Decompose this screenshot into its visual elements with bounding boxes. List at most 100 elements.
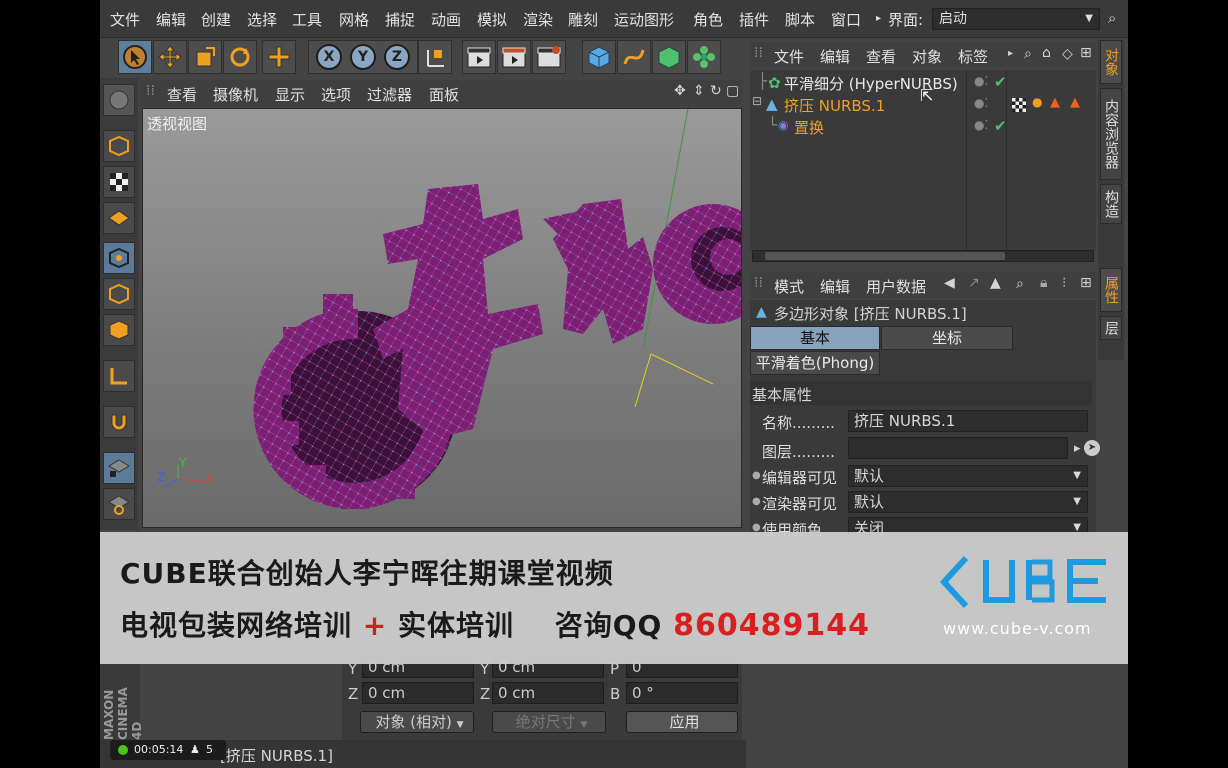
spline-button[interactable] (617, 40, 651, 74)
menu-tools[interactable]: 工具 (292, 9, 322, 30)
menu-script[interactable]: 脚本 (785, 9, 815, 30)
home-icon[interactable]: ⌂ (1042, 45, 1051, 61)
select-tool-button[interactable] (118, 40, 152, 74)
visibility-dots[interactable]: ●⁚ (974, 74, 988, 88)
axis-mode-button[interactable] (103, 360, 135, 392)
am-menu-mode[interactable]: 模式 (774, 276, 804, 297)
pan-icon[interactable]: ✥ (674, 83, 686, 99)
menu-animate[interactable]: 动画 (431, 9, 461, 30)
grip-handle[interactable]: ⁞⁞ (146, 83, 155, 99)
tab-content-browser[interactable]: 内容浏览器 (1100, 88, 1122, 180)
tab-attributes[interactable]: 属性 (1100, 268, 1122, 312)
workplane-mode-button[interactable] (103, 202, 135, 234)
viewport-menu-filter[interactable]: 过滤器 (367, 84, 412, 105)
x-axis-button[interactable]: X (316, 44, 342, 70)
tab-structure[interactable]: 构造 (1100, 184, 1122, 224)
checkmark-icon[interactable]: ✔ (994, 117, 1007, 135)
search-icon[interactable]: ⌕ (1016, 276, 1024, 292)
zoom-icon[interactable]: ⇕ (693, 83, 705, 99)
settings-dots-icon[interactable]: ⁝ (1062, 275, 1066, 291)
snap-button[interactable] (103, 406, 135, 438)
size-z-field[interactable]: 0 cm (492, 682, 604, 704)
new-window-icon[interactable]: ⊞ (1080, 45, 1092, 61)
up-arrow-icon[interactable]: ▲ (990, 275, 1001, 291)
move-tool-button[interactable] (153, 40, 187, 74)
render-picture-viewer-button[interactable] (497, 40, 531, 74)
tab-layers[interactable]: 层 (1100, 316, 1122, 340)
rotation-b-field[interactable]: 0 ° (626, 682, 738, 704)
menu-window[interactable]: 窗口 (831, 9, 861, 30)
menu-select[interactable]: 选择 (247, 9, 277, 30)
nurbs-button[interactable] (652, 40, 686, 74)
viewport-menu-view[interactable]: 查看 (167, 84, 197, 105)
visibility-dots[interactable]: ●⁚ (974, 118, 988, 132)
am-menu-edit[interactable]: 编辑 (820, 276, 850, 297)
menu-sculpt[interactable]: 雕刻 (568, 9, 598, 30)
menu-mesh[interactable]: 网格 (339, 9, 369, 30)
pick-icon[interactable]: ➤ (1084, 440, 1100, 456)
grip-handle[interactable]: ⁞⁞ (754, 45, 763, 61)
tab-phong[interactable]: 平滑着色(Phong) (750, 351, 880, 375)
planar-workplane-button[interactable] (103, 488, 135, 520)
tab-basic[interactable]: 基本 (750, 326, 880, 350)
coordinate-system-button[interactable] (418, 40, 452, 74)
array-button[interactable] (687, 40, 721, 74)
menu-plugins[interactable]: 插件 (739, 9, 769, 30)
editor-visible-select[interactable]: 默认 ▼ (848, 465, 1088, 487)
forward-arrow-icon[interactable]: ↗ (968, 275, 980, 291)
absolute-size-select[interactable]: 绝对尺寸 ▼ (492, 711, 606, 733)
menu-snap[interactable]: 捕捉 (385, 9, 415, 30)
make-editable-button[interactable] (103, 84, 135, 116)
texture-mode-button[interactable] (103, 166, 135, 198)
menu-render[interactable]: 渲染 (523, 9, 553, 30)
cube-primitive-button[interactable] (582, 40, 616, 74)
name-field[interactable]: 挤压 NURBS.1 (848, 410, 1088, 432)
phong-tag-icon[interactable]: ● (1032, 95, 1042, 109)
add-tool-button[interactable] (262, 40, 296, 74)
model-mode-button[interactable] (103, 130, 135, 162)
keyframe-dot[interactable]: ● (752, 496, 761, 507)
tree-item-displace[interactable]: └ ◉ 置换 ●⁚ ✔ (750, 116, 1096, 138)
position-z-field[interactable]: 0 cm (362, 682, 474, 704)
menu-more-arrow[interactable]: ▸ (876, 13, 881, 24)
menu-character[interactable]: 角色 (693, 9, 723, 30)
layout-select[interactable]: 启动 ▼ (932, 8, 1100, 30)
om-menu-file[interactable]: 文件 (774, 46, 804, 67)
maximize-icon[interactable]: ▢ (726, 83, 739, 99)
texture-tag-icon[interactable] (1012, 98, 1026, 112)
keyframe-dot[interactable]: ● (752, 470, 761, 481)
rotate-tool-button[interactable] (223, 40, 257, 74)
orbit-icon[interactable]: ↻ (710, 83, 722, 99)
horizontal-scrollbar[interactable] (752, 250, 1094, 262)
menu-edit[interactable]: 编辑 (156, 9, 186, 30)
viewport-menu-display[interactable]: 显示 (275, 84, 305, 105)
apply-button[interactable]: 应用 (626, 711, 738, 733)
am-menu-userdata[interactable]: 用户数据 (866, 276, 926, 297)
scrollbar-thumb[interactable] (765, 252, 1005, 260)
visibility-dots[interactable]: ●⁚ (974, 96, 988, 110)
om-menu-object[interactable]: 对象 (912, 46, 942, 67)
menu-simulate[interactable]: 模拟 (477, 9, 507, 30)
om-menu-edit[interactable]: 编辑 (820, 46, 850, 67)
tab-coordinates[interactable]: 坐标 (881, 326, 1013, 350)
selection-tag-icon[interactable]: ▲ (1050, 95, 1060, 110)
om-menu-view[interactable]: 查看 (866, 46, 896, 67)
new-window-icon[interactable]: ⊞ (1080, 275, 1092, 291)
search-icon[interactable]: ⌕ (1108, 9, 1116, 27)
collapse-toggle[interactable]: ⊟ (752, 94, 762, 108)
render-view-button[interactable] (462, 40, 496, 74)
perspective-viewport[interactable]: 透视视图 Y Z X (142, 108, 742, 528)
selection-tag-icon[interactable]: ▲ (1070, 95, 1080, 110)
edges-mode-button[interactable] (103, 278, 135, 310)
viewport-menu-panel[interactable]: 面板 (429, 84, 459, 105)
z-axis-button[interactable]: Z (384, 44, 410, 70)
layer-arrow-icon[interactable]: ▸ (1074, 441, 1081, 456)
workplane-lock-button[interactable] (103, 452, 135, 484)
viewport-menu-camera[interactable]: 摄像机 (213, 84, 258, 105)
back-arrow-icon[interactable]: ◀ (944, 275, 955, 291)
render-settings-button[interactable] (532, 40, 566, 74)
object-relative-select[interactable]: 对象 (相对) ▼ (360, 711, 474, 733)
viewport-menu-options[interactable]: 选项 (321, 84, 351, 105)
diamond-icon[interactable]: ◇ (1062, 46, 1073, 62)
polygons-mode-button[interactable] (103, 314, 135, 346)
